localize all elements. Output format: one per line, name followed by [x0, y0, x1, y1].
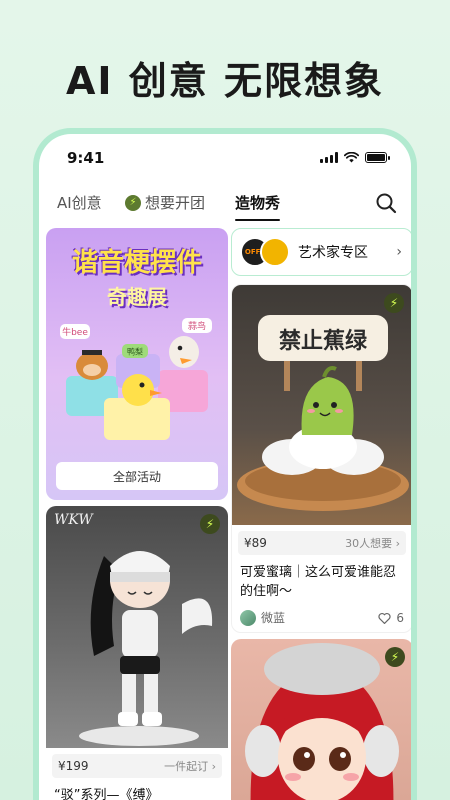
- price: ¥199: [58, 759, 89, 773]
- promo-figurines-image: 牛bee 鸭梨 蒜鸟: [60, 318, 212, 440]
- tab-label: 想要开团: [145, 194, 206, 212]
- tab-want-group[interactable]: ⚡ 想要开团: [125, 192, 205, 213]
- product-image: ⚡: [231, 639, 411, 800]
- bolt-icon: ⚡: [125, 194, 141, 211]
- sign-text: 禁止蕉绿: [279, 328, 368, 354]
- headline: AI 创意 无限想象: [65, 59, 384, 103]
- tab-label: 造物秀: [235, 194, 281, 212]
- price-row: ¥199 一件起订 ›: [52, 754, 222, 778]
- signal-icon: [320, 152, 338, 163]
- all-activities-button[interactable]: 全部活动: [56, 462, 218, 490]
- chevron-right-icon: ›: [211, 760, 216, 773]
- search-icon[interactable]: [375, 192, 397, 214]
- like-count: 6: [396, 610, 404, 625]
- promo-title: 谐音梗摆件 奇趣展: [46, 242, 228, 310]
- product-card[interactable]: WKW ⚡ ¥199 一件起订 › “驳”系列—《缚》: [46, 506, 228, 800]
- feed-column-right: OFFA 艺术家专区 › ⚡ 禁止蕉绿 ¥89 30人想要 › 可爱蜜璃｜这么可…: [231, 228, 411, 800]
- figurine-illustration: 禁止蕉绿: [237, 315, 409, 511]
- order-meta: 一件起订 ›: [164, 760, 216, 773]
- doll-illustration: [245, 643, 399, 800]
- product-card[interactable]: ⚡ 禁止蕉绿 ¥89 30人想要 › 可爱蜜璃｜这么可爱谁能忍的住啊～ 微蓝 6: [231, 284, 411, 633]
- tab-label: AI创意: [57, 194, 102, 212]
- artist-avatars: OFFA: [240, 237, 290, 267]
- card-footer: 微蓝 6: [232, 601, 411, 632]
- status-time: 9:41: [67, 149, 105, 167]
- status-icons: [320, 152, 390, 163]
- want-count: 30人想要 ›: [345, 537, 400, 550]
- like-button[interactable]: 6: [378, 611, 404, 625]
- promo-banner[interactable]: 谐音梗摆件 奇趣展 牛bee 鸭梨 蒜鸟 全部活动: [46, 228, 228, 500]
- tab-bar: AI创意 ⚡ 想要开团 造物秀: [39, 186, 411, 222]
- promo-tag-duck: 鸭梨: [127, 347, 143, 357]
- promo-tag-garlic: 蒜鸟: [188, 320, 206, 332]
- chevron-right-icon: ›: [396, 244, 402, 260]
- author[interactable]: 微蓝: [240, 609, 285, 626]
- artist-zone-label: 艺术家专区: [298, 245, 368, 261]
- avatar: [240, 609, 256, 626]
- promo-title-line1: 谐音梗摆件: [71, 248, 202, 278]
- card-title: “驳”系列—《缚》: [54, 788, 159, 800]
- wifi-icon: [344, 152, 359, 163]
- status-bar: 9:41: [39, 148, 411, 170]
- feed-column-left: 谐音梗摆件 奇趣展 牛bee 鸭梨 蒜鸟 全部活动 WKW ⚡ ¥199 一件起…: [46, 228, 228, 800]
- price-row: ¥89 30人想要 ›: [238, 531, 406, 555]
- product-image: ⚡ 禁止蕉绿: [232, 285, 411, 525]
- tab-showcase[interactable]: 造物秀: [235, 192, 281, 221]
- phone-frame: 9:41 AI创意 ⚡ 想要开团 造物秀 谐音梗摆件 奇趣展 牛bee 鸭梨 蒜…: [33, 128, 417, 800]
- figurine-illustration: [79, 551, 213, 746]
- card-title: 可爱蜜璃｜这么可爱谁能忍的住啊～: [240, 565, 397, 599]
- price: ¥89: [244, 536, 267, 550]
- promo-title-line2: 奇趣展: [107, 285, 167, 309]
- chevron-right-icon: ›: [395, 537, 400, 550]
- artist-avatar: [260, 237, 290, 267]
- product-image: WKW ⚡: [46, 506, 228, 748]
- author-name: 微蓝: [261, 611, 286, 625]
- tab-ai-create[interactable]: AI创意: [57, 192, 102, 213]
- product-card[interactable]: ⚡: [231, 639, 411, 800]
- heart-icon: [378, 612, 391, 624]
- artist-zone-entry[interactable]: OFFA 艺术家专区 ›: [231, 228, 411, 276]
- promo-tag-cow: 牛bee: [62, 326, 88, 338]
- battery-icon: [365, 152, 390, 163]
